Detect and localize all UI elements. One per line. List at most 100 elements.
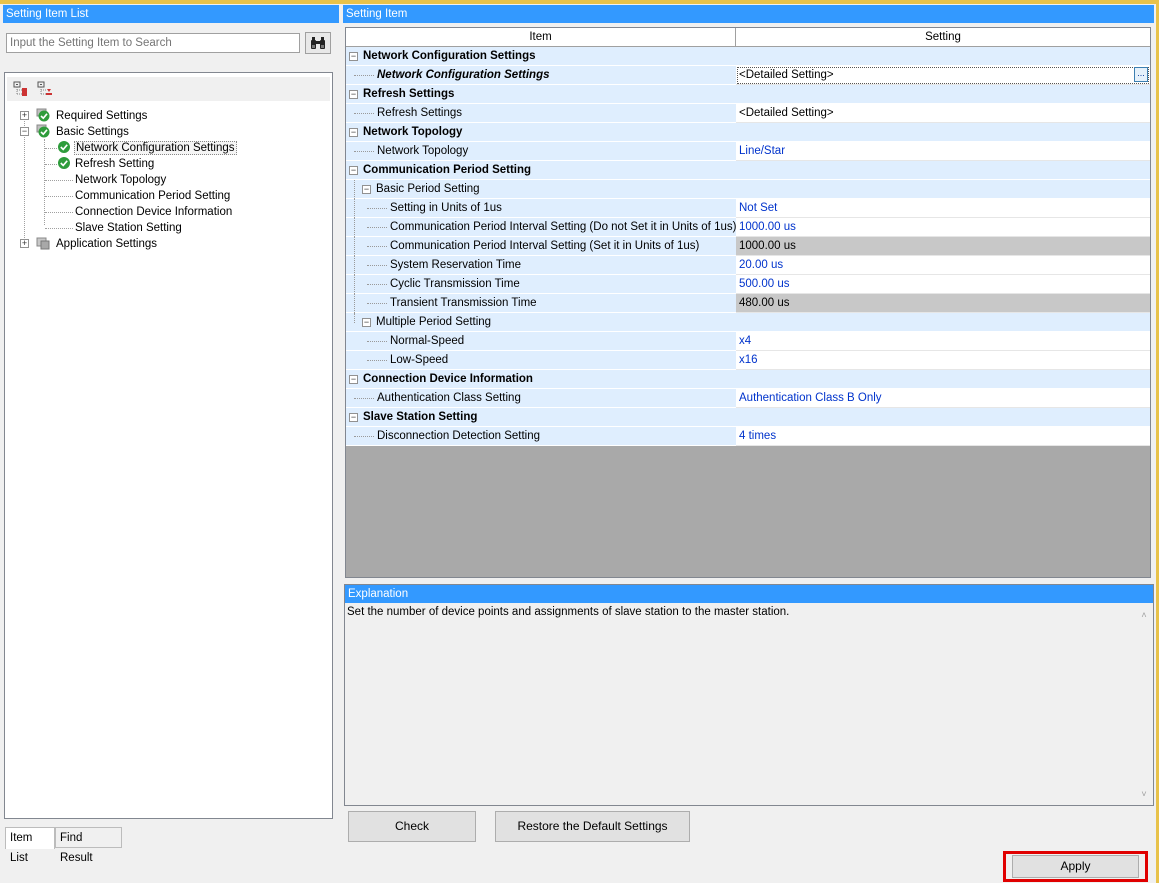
- item-label: Low-Speed: [390, 354, 449, 366]
- grid-setting-cell[interactable]: Authentication Class B Only: [736, 389, 1150, 408]
- collapse-network-topology-category[interactable]: −: [349, 128, 358, 137]
- grid-item-cell: Network Configuration Settings: [346, 66, 736, 85]
- grid-item-cell: System Reservation Time: [346, 256, 736, 275]
- grid-setting-cell[interactable]: 500.00 us: [736, 275, 1150, 294]
- grid-row[interactable]: − Network Topology: [346, 123, 1150, 142]
- grid-setting-cell[interactable]: <Detailed Setting>: [736, 104, 1150, 123]
- search-input[interactable]: [6, 33, 300, 53]
- tab-item-list[interactable]: Item List: [5, 827, 55, 864]
- search-button[interactable]: [305, 32, 331, 54]
- grid-row[interactable]: Transient Transmission Time 480.00 us: [346, 294, 1150, 313]
- grid-row[interactable]: Refresh Settings <Detailed Setting>: [346, 104, 1150, 123]
- grid-row[interactable]: Normal-Speed x4: [346, 332, 1150, 351]
- grid-item-cell: Low-Speed: [346, 351, 736, 370]
- grid-setting-cell[interactable]: 20.00 us: [736, 256, 1150, 275]
- grid-row[interactable]: Low-Speed x16: [346, 351, 1150, 370]
- collapse-basic-settings[interactable]: −: [20, 127, 29, 136]
- grid-setting-cell: [736, 408, 1150, 427]
- collapse-basic-period-setting[interactable]: −: [362, 185, 371, 194]
- collapse-refresh-category[interactable]: −: [349, 90, 358, 99]
- item-label: Authentication Class Setting: [377, 392, 521, 404]
- tree-node-slave-station-setting[interactable]: Slave Station Setting: [75, 220, 182, 236]
- expand-all-icon[interactable]: [13, 81, 29, 97]
- check-circle-icon: [36, 108, 50, 122]
- grid-setting-cell[interactable]: 1000.00 us: [736, 218, 1150, 237]
- scroll-up-icon[interactable]: ˄: [1136, 607, 1152, 623]
- grid-item-cell: − Slave Station Setting: [346, 408, 736, 427]
- item-label: Network Configuration Settings: [377, 69, 550, 81]
- apply-button[interactable]: Apply: [1012, 855, 1139, 878]
- grid-row[interactable]: Setting in Units of 1us Not Set: [346, 199, 1150, 218]
- item-label: Refresh Settings: [377, 107, 463, 119]
- tree-node-basic-settings[interactable]: Basic Settings: [56, 124, 129, 140]
- collapse-multiple-period-setting[interactable]: −: [362, 318, 371, 327]
- grid-setting-cell[interactable]: 4 times: [736, 427, 1150, 446]
- detailed-setting-button[interactable]: ...: [1134, 67, 1148, 82]
- grid-setting-cell[interactable]: Line/Star: [736, 142, 1150, 161]
- grid-row[interactable]: − Refresh Settings: [346, 85, 1150, 104]
- category-label: Network Configuration Settings: [363, 50, 536, 62]
- grid-header: Item Setting: [346, 28, 1150, 47]
- binoculars-icon: [311, 37, 325, 49]
- grid-item-cell: Setting in Units of 1us: [346, 199, 736, 218]
- subcategory-label: Multiple Period Setting: [376, 316, 492, 328]
- tree-node-network-topology[interactable]: Network Topology: [75, 172, 166, 188]
- item-label: Cyclic Transmission Time: [390, 278, 520, 290]
- grid-item-cell: Communication Period Interval Setting (S…: [346, 237, 736, 256]
- explanation-scrollbar[interactable]: ˄ ˅: [1136, 605, 1152, 804]
- tree-node-connection-device-information[interactable]: Connection Device Information: [75, 204, 232, 220]
- grid-row[interactable]: − Connection Device Information: [346, 370, 1150, 389]
- item-label: Communication Period Interval Setting (S…: [390, 240, 700, 252]
- grid-row[interactable]: Cyclic Transmission Time 500.00 us: [346, 275, 1150, 294]
- check-button[interactable]: Check: [348, 811, 476, 842]
- grid-row[interactable]: Disconnection Detection Setting 4 times: [346, 427, 1150, 446]
- explanation-panel: Explanation Set the number of device poi…: [344, 584, 1154, 806]
- column-header-item[interactable]: Item: [346, 28, 736, 47]
- grid-row[interactable]: Network Topology Line/Star: [346, 142, 1150, 161]
- tree-toolbar: [7, 77, 330, 101]
- expand-required-settings[interactable]: +: [20, 111, 29, 120]
- grid-row[interactable]: − Basic Period Setting: [346, 180, 1150, 199]
- grid-row[interactable]: − Network Configuration Settings: [346, 47, 1150, 66]
- category-label: Refresh Settings: [363, 88, 455, 100]
- grid-row[interactable]: Communication Period Interval Setting (D…: [346, 218, 1150, 237]
- expand-application-settings[interactable]: +: [20, 239, 29, 248]
- setting-item-title: Setting Item: [343, 5, 1154, 23]
- tree-node-network-configuration-settings[interactable]: Network Configuration Settings: [74, 140, 237, 156]
- tree-node-required-settings[interactable]: Required Settings: [56, 108, 147, 124]
- grid-row[interactable]: − Slave Station Setting: [346, 408, 1150, 427]
- grid-setting-cell[interactable]: x16: [736, 351, 1150, 370]
- grid-item-cell: − Network Topology: [346, 123, 736, 142]
- grid-setting-cell[interactable]: Not Set: [736, 199, 1150, 218]
- category-label: Connection Device Information: [363, 373, 533, 385]
- grid-row[interactable]: Authentication Class Setting Authenticat…: [346, 389, 1150, 408]
- collapse-slave-station-category[interactable]: −: [349, 413, 358, 422]
- grid-setting-cell: [736, 161, 1150, 180]
- grid-row[interactable]: System Reservation Time 20.00 us: [346, 256, 1150, 275]
- grid-setting-cell: [736, 180, 1150, 199]
- grid-row[interactable]: − Multiple Period Setting: [346, 313, 1150, 332]
- collapse-connection-device-category[interactable]: −: [349, 375, 358, 384]
- grid-setting-cell[interactable]: x4: [736, 332, 1150, 351]
- tree-node-refresh-setting[interactable]: Refresh Setting: [75, 156, 154, 172]
- collapse-communication-period-category[interactable]: −: [349, 166, 358, 175]
- scroll-down-icon[interactable]: ˅: [1136, 786, 1152, 802]
- collapse-network-configuration-category[interactable]: −: [349, 52, 358, 61]
- grid-item-cell: − Network Configuration Settings: [346, 47, 736, 66]
- grid-row[interactable]: Communication Period Interval Setting (S…: [346, 237, 1150, 256]
- tree-node-application-settings[interactable]: Application Settings: [56, 236, 157, 252]
- restore-default-settings-button[interactable]: Restore the Default Settings: [495, 811, 690, 842]
- grid-item-cell: Refresh Settings: [346, 104, 736, 123]
- collapse-all-icon[interactable]: [37, 81, 53, 97]
- setting-grid: Item Setting − Network Configuration Set…: [345, 27, 1151, 578]
- grid-row[interactable]: Network Configuration Settings <Detailed…: [346, 66, 1150, 85]
- item-label: Communication Period Interval Setting (D…: [390, 221, 737, 233]
- column-header-setting[interactable]: Setting: [736, 28, 1150, 47]
- grid-setting-cell: [736, 123, 1150, 142]
- tab-find-result[interactable]: Find Result: [55, 827, 122, 864]
- tree-node-communication-period-setting[interactable]: Communication Period Setting: [75, 188, 230, 204]
- setting-tree: + Required Settings − Basic Settings Net…: [4, 72, 333, 819]
- item-label: System Reservation Time: [390, 259, 522, 271]
- grid-setting-cell[interactable]: <Detailed Setting> ...: [736, 66, 1150, 85]
- grid-row[interactable]: − Communication Period Setting: [346, 161, 1150, 180]
